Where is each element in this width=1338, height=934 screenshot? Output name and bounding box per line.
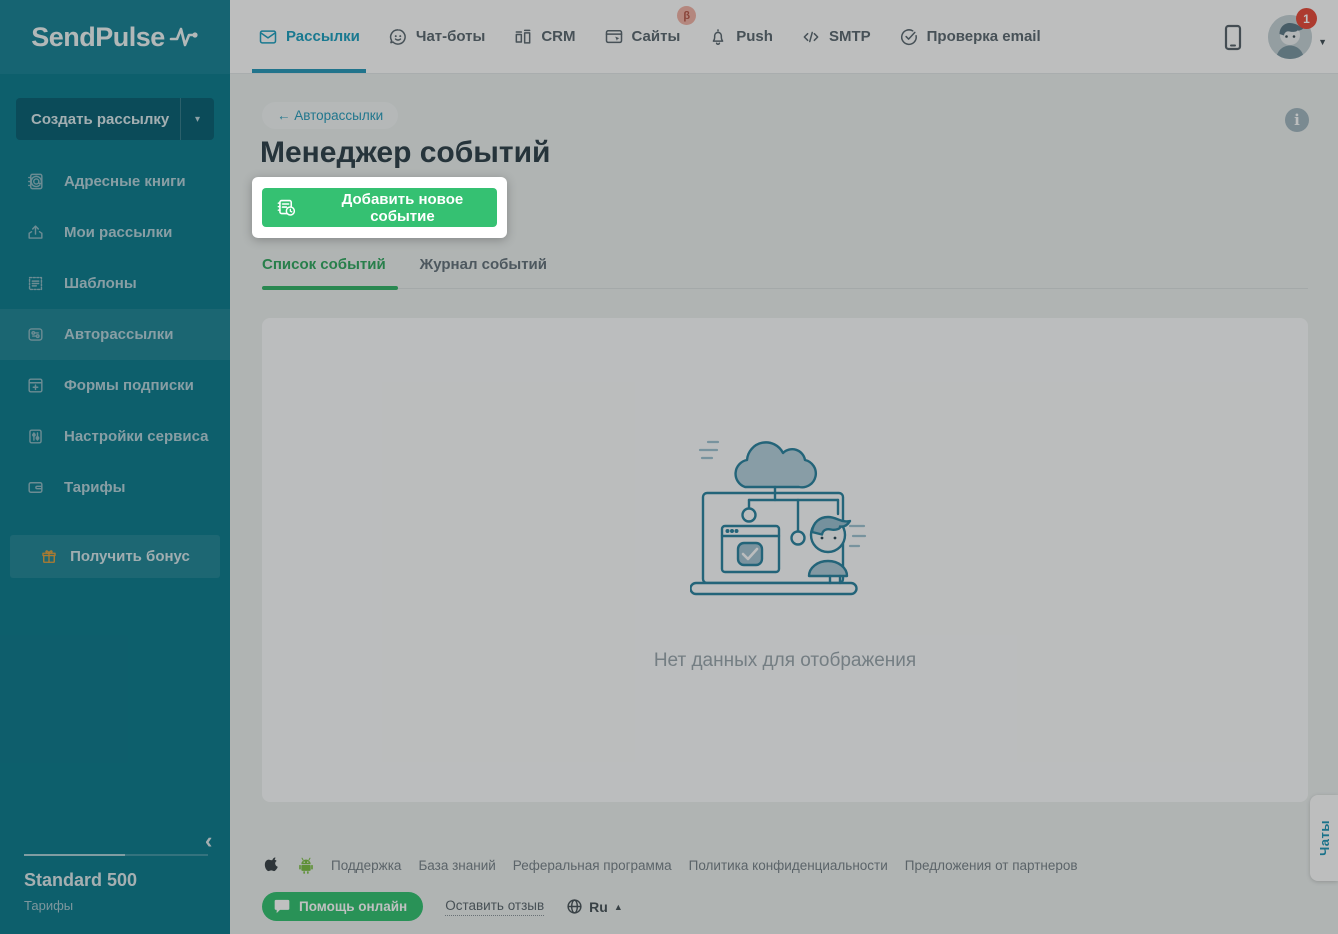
- chevron-up-icon: ▲: [614, 902, 623, 912]
- footer-link-privacy-policy[interactable]: Политика конфиденциальности: [689, 858, 888, 873]
- online-help-label: Помощь онлайн: [299, 899, 407, 914]
- logo-text: SendPulse: [31, 22, 165, 53]
- user-menu[interactable]: 1 ▼: [1268, 15, 1312, 59]
- automations-icon: [26, 325, 45, 344]
- tab-events-log[interactable]: Журнал событий: [420, 256, 559, 288]
- sidebar-item-address-books[interactable]: Адресные книги: [0, 156, 230, 207]
- logo[interactable]: SendPulse: [0, 0, 230, 74]
- back-link-automations[interactable]: ← Авторассылки: [262, 102, 398, 129]
- tab-label: Чат-боты: [416, 28, 485, 45]
- sidebar-item-label: Шаблоны: [64, 275, 137, 292]
- events-tabs: Список событий Журнал событий: [262, 256, 1308, 289]
- tab-events-list[interactable]: Список событий: [262, 256, 398, 288]
- footer-link-partner-offers[interactable]: Предложения от партнеров: [905, 858, 1078, 873]
- sidebar-item-automations[interactable]: Авторассылки: [0, 309, 230, 360]
- tab-email-verification[interactable]: Проверка email: [899, 0, 1041, 73]
- chats-side-tab-label: Чаты: [1317, 820, 1332, 856]
- tab-label: SMTP: [829, 28, 871, 45]
- empty-state-text: Нет данных для отображения: [262, 650, 1308, 672]
- android-icon[interactable]: [298, 856, 314, 875]
- sidebar-item-templates[interactable]: Шаблоны: [0, 258, 230, 309]
- tab-label: CRM: [541, 28, 575, 45]
- pulse-icon: [169, 24, 199, 50]
- sidebar-item-label: Формы подписки: [64, 377, 194, 394]
- address-book-icon: [26, 172, 45, 191]
- tab-email-campaigns[interactable]: Рассылки: [258, 0, 360, 73]
- beta-badge: β: [677, 6, 696, 25]
- page-title: Менеджер событий: [260, 136, 550, 170]
- gift-icon: [40, 548, 58, 566]
- footer-link-knowledge-base[interactable]: База знаний: [418, 858, 495, 873]
- footer-links: Поддержка База знаний Реферальная програ…: [264, 855, 1078, 875]
- create-campaign-button[interactable]: Создать рассылку ▾: [16, 98, 214, 140]
- bell-icon: [708, 27, 728, 47]
- language-switcher[interactable]: Ru ▲: [566, 898, 623, 915]
- sidebar-item-subscription-forms[interactable]: Формы подписки: [0, 360, 230, 411]
- notification-badge[interactable]: 1: [1296, 8, 1317, 29]
- get-bonus-button[interactable]: Получить бонус: [10, 535, 220, 578]
- get-bonus-label: Получить бонус: [70, 548, 190, 565]
- tab-smtp[interactable]: SMTP: [801, 0, 871, 73]
- pricing-icon: [26, 478, 45, 497]
- sidebar-nav: Адресные книги Мои рассылки Шаблоны Авто…: [0, 156, 230, 513]
- top-navigation: Рассылки Чат-боты CRM Сайты β Push: [230, 0, 1338, 74]
- footer-link-support[interactable]: Поддержка: [331, 858, 401, 873]
- plan-name: Standard 500: [24, 870, 137, 891]
- sites-icon: [604, 27, 624, 47]
- collapse-sidebar-chevron-icon[interactable]: ‹: [205, 828, 212, 854]
- chevron-down-icon[interactable]: ▾: [180, 98, 214, 140]
- sidebar-item-pricing[interactable]: Тарифы: [0, 462, 230, 513]
- plan-pricing-link[interactable]: Тарифы: [24, 898, 73, 913]
- globe-icon: [566, 898, 583, 915]
- footer-actions: Помощь онлайн Оставить отзыв Ru ▲: [262, 892, 623, 921]
- sidebar: SendPulse Создать рассылку ▾ Адресные кн…: [0, 0, 230, 934]
- tab-sites[interactable]: Сайты β: [604, 0, 681, 73]
- tab-label: Рассылки: [286, 28, 360, 45]
- chevron-down-icon: ▼: [1318, 37, 1327, 47]
- sidebar-item-label: Тарифы: [64, 479, 125, 496]
- subscription-forms-icon: [26, 376, 45, 395]
- empty-state-panel: Нет данных для отображения: [262, 318, 1308, 802]
- chat-bubble-icon: [274, 899, 290, 914]
- code-icon: [801, 27, 821, 47]
- sidebar-item-label: Авторассылки: [64, 326, 173, 343]
- sidebar-item-label: Адресные книги: [64, 173, 186, 190]
- language-label: Ru: [589, 899, 608, 915]
- tab-label: Push: [736, 28, 773, 45]
- apple-icon[interactable]: [264, 855, 281, 875]
- event-icon: [276, 197, 297, 218]
- crm-icon: [513, 27, 533, 47]
- sidebar-item-label: Мои рассылки: [64, 224, 172, 241]
- sidebar-item-my-campaigns[interactable]: Мои рассылки: [0, 207, 230, 258]
- leave-feedback-link[interactable]: Оставить отзыв: [445, 898, 544, 916]
- empty-state-illustration: [690, 430, 880, 615]
- create-campaign-label: Создать рассылку: [16, 111, 180, 128]
- tab-push[interactable]: Push: [708, 0, 773, 73]
- tab-label: Сайты: [632, 28, 681, 45]
- templates-icon: [26, 274, 45, 293]
- tutorial-spotlight: Добавить новое событие: [252, 177, 507, 238]
- add-new-event-label: Добавить новое событие: [308, 191, 497, 225]
- tab-crm[interactable]: CRM: [513, 0, 575, 73]
- chats-side-tab[interactable]: Чаты: [1310, 795, 1338, 881]
- online-help-button[interactable]: Помощь онлайн: [262, 892, 423, 921]
- check-circle-icon: [899, 27, 919, 47]
- chatbot-icon: [388, 27, 408, 47]
- tab-chatbots[interactable]: Чат-боты: [388, 0, 485, 73]
- sidebar-item-service-settings[interactable]: Настройки сервиса: [0, 411, 230, 462]
- tab-label: Проверка email: [927, 28, 1041, 45]
- sidebar-item-label: Настройки сервиса: [64, 428, 208, 445]
- info-icon[interactable]: i: [1285, 108, 1309, 132]
- smartphone-icon[interactable]: [1224, 24, 1242, 56]
- add-new-event-button[interactable]: Добавить новое событие: [262, 188, 497, 227]
- envelope-icon: [258, 27, 278, 47]
- campaigns-icon: [26, 223, 45, 242]
- service-settings-icon: [26, 427, 45, 446]
- plan-usage-bar: [24, 854, 208, 856]
- footer-link-referral-program[interactable]: Реферальная программа: [513, 858, 672, 873]
